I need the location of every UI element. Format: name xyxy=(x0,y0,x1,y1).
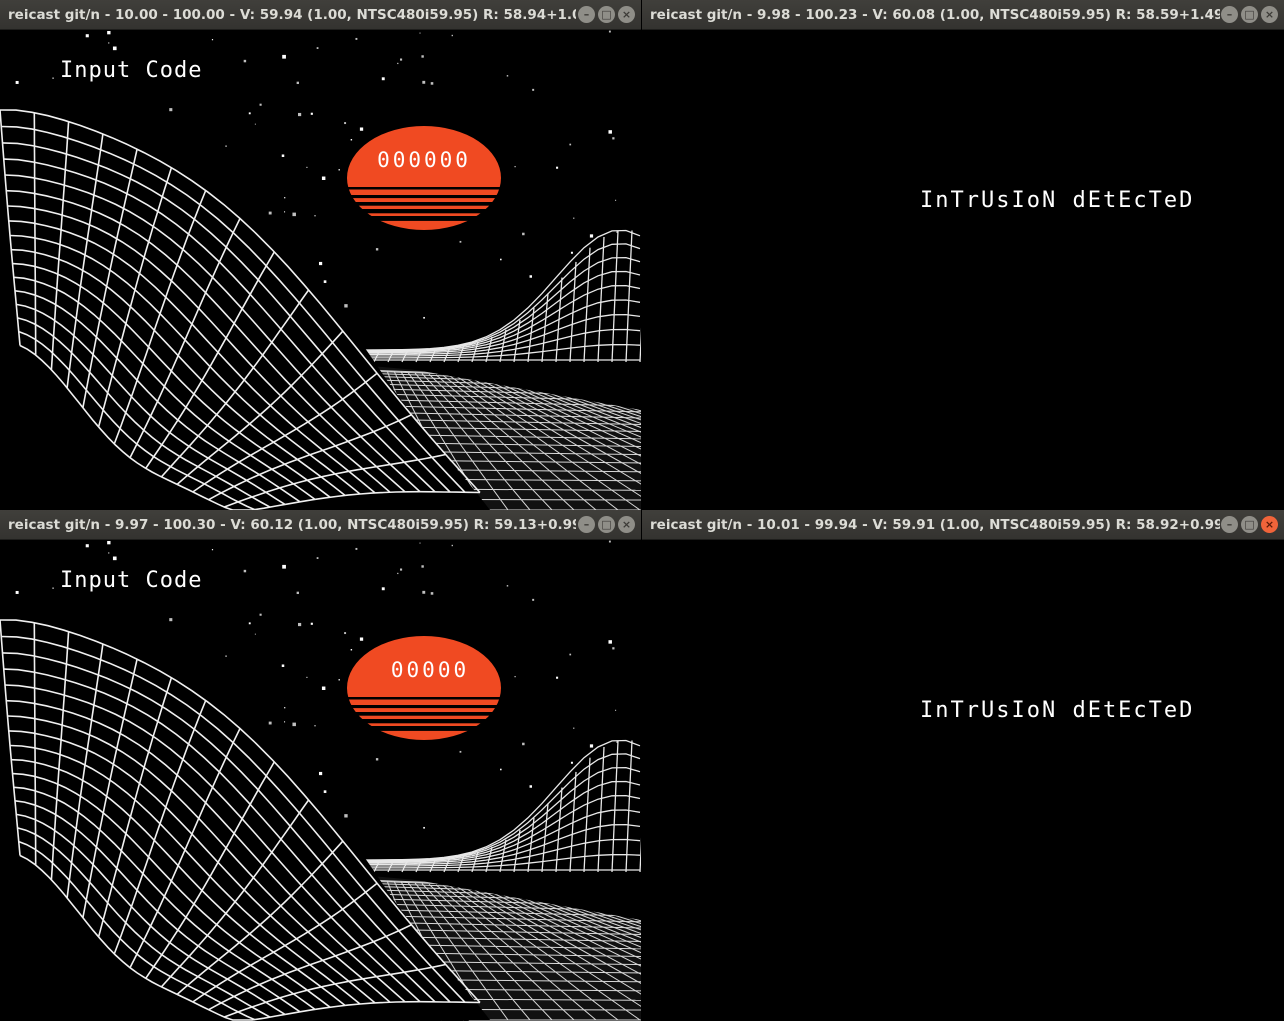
sun-emblem xyxy=(340,126,510,230)
emulator-window-2[interactable]: reicast git/n - 9.98 - 100.23 - V: 60.08… xyxy=(642,0,1284,510)
window-title: reicast git/n - 10.01 - 99.94 - V: 59.91… xyxy=(650,517,1220,533)
window-titlebar[interactable]: reicast git/n - 10.00 - 100.00 - V: 59.9… xyxy=(0,0,641,30)
sun-emblem xyxy=(340,636,510,740)
wireframe-landscape xyxy=(0,540,641,1021)
message-screen[interactable]: InTrUsIoN dEtEcTeD xyxy=(642,540,1284,1021)
maximize-icon[interactable]: □ xyxy=(1241,6,1258,23)
maximize-icon[interactable]: □ xyxy=(598,516,615,533)
input-code-label: Input Code xyxy=(60,58,203,83)
close-icon[interactable]: × xyxy=(618,6,635,23)
input-code-label: Input Code xyxy=(60,568,203,593)
window-title: reicast git/n - 10.00 - 100.00 - V: 59.9… xyxy=(8,7,576,23)
close-icon[interactable]: × xyxy=(618,516,635,533)
code-display: 00000 xyxy=(390,658,470,682)
close-icon[interactable]: × xyxy=(1261,516,1278,533)
close-icon[interactable]: × xyxy=(1261,6,1278,23)
window-titlebar[interactable]: reicast git/n - 10.01 - 99.94 - V: 59.91… xyxy=(642,510,1284,540)
intrusion-detected-text: InTrUsIoN dEtEcTeD xyxy=(920,188,1195,213)
window-title: reicast git/n - 9.97 - 100.30 - V: 60.12… xyxy=(8,517,576,533)
maximize-icon[interactable]: □ xyxy=(1241,516,1258,533)
code-display: 000000 xyxy=(377,148,471,172)
window-titlebar[interactable]: reicast git/n - 9.97 - 100.30 - V: 60.12… xyxy=(0,510,641,540)
minimize-icon[interactable]: – xyxy=(578,516,595,533)
intrusion-detected-text: InTrUsIoN dEtEcTeD xyxy=(920,698,1195,723)
wireframe-landscape xyxy=(0,30,641,510)
window-title: reicast git/n - 9.98 - 100.23 - V: 60.08… xyxy=(650,7,1220,23)
emulator-window-1[interactable]: reicast git/n - 10.00 - 100.00 - V: 59.9… xyxy=(0,0,641,510)
game-screen[interactable]: Input Code 00000 xyxy=(0,540,641,1021)
minimize-icon[interactable]: – xyxy=(1221,516,1238,533)
window-titlebar[interactable]: reicast git/n - 9.98 - 100.23 - V: 60.08… xyxy=(642,0,1284,30)
minimize-icon[interactable]: – xyxy=(1221,6,1238,23)
emulator-window-3[interactable]: reicast git/n - 9.97 - 100.30 - V: 60.12… xyxy=(0,510,641,1021)
message-screen[interactable]: InTrUsIoN dEtEcTeD xyxy=(642,30,1284,510)
maximize-icon[interactable]: □ xyxy=(598,6,615,23)
game-screen[interactable]: Input Code 000000 xyxy=(0,30,641,510)
minimize-icon[interactable]: – xyxy=(578,6,595,23)
emulator-window-4[interactable]: reicast git/n - 10.01 - 99.94 - V: 59.91… xyxy=(642,510,1284,1021)
